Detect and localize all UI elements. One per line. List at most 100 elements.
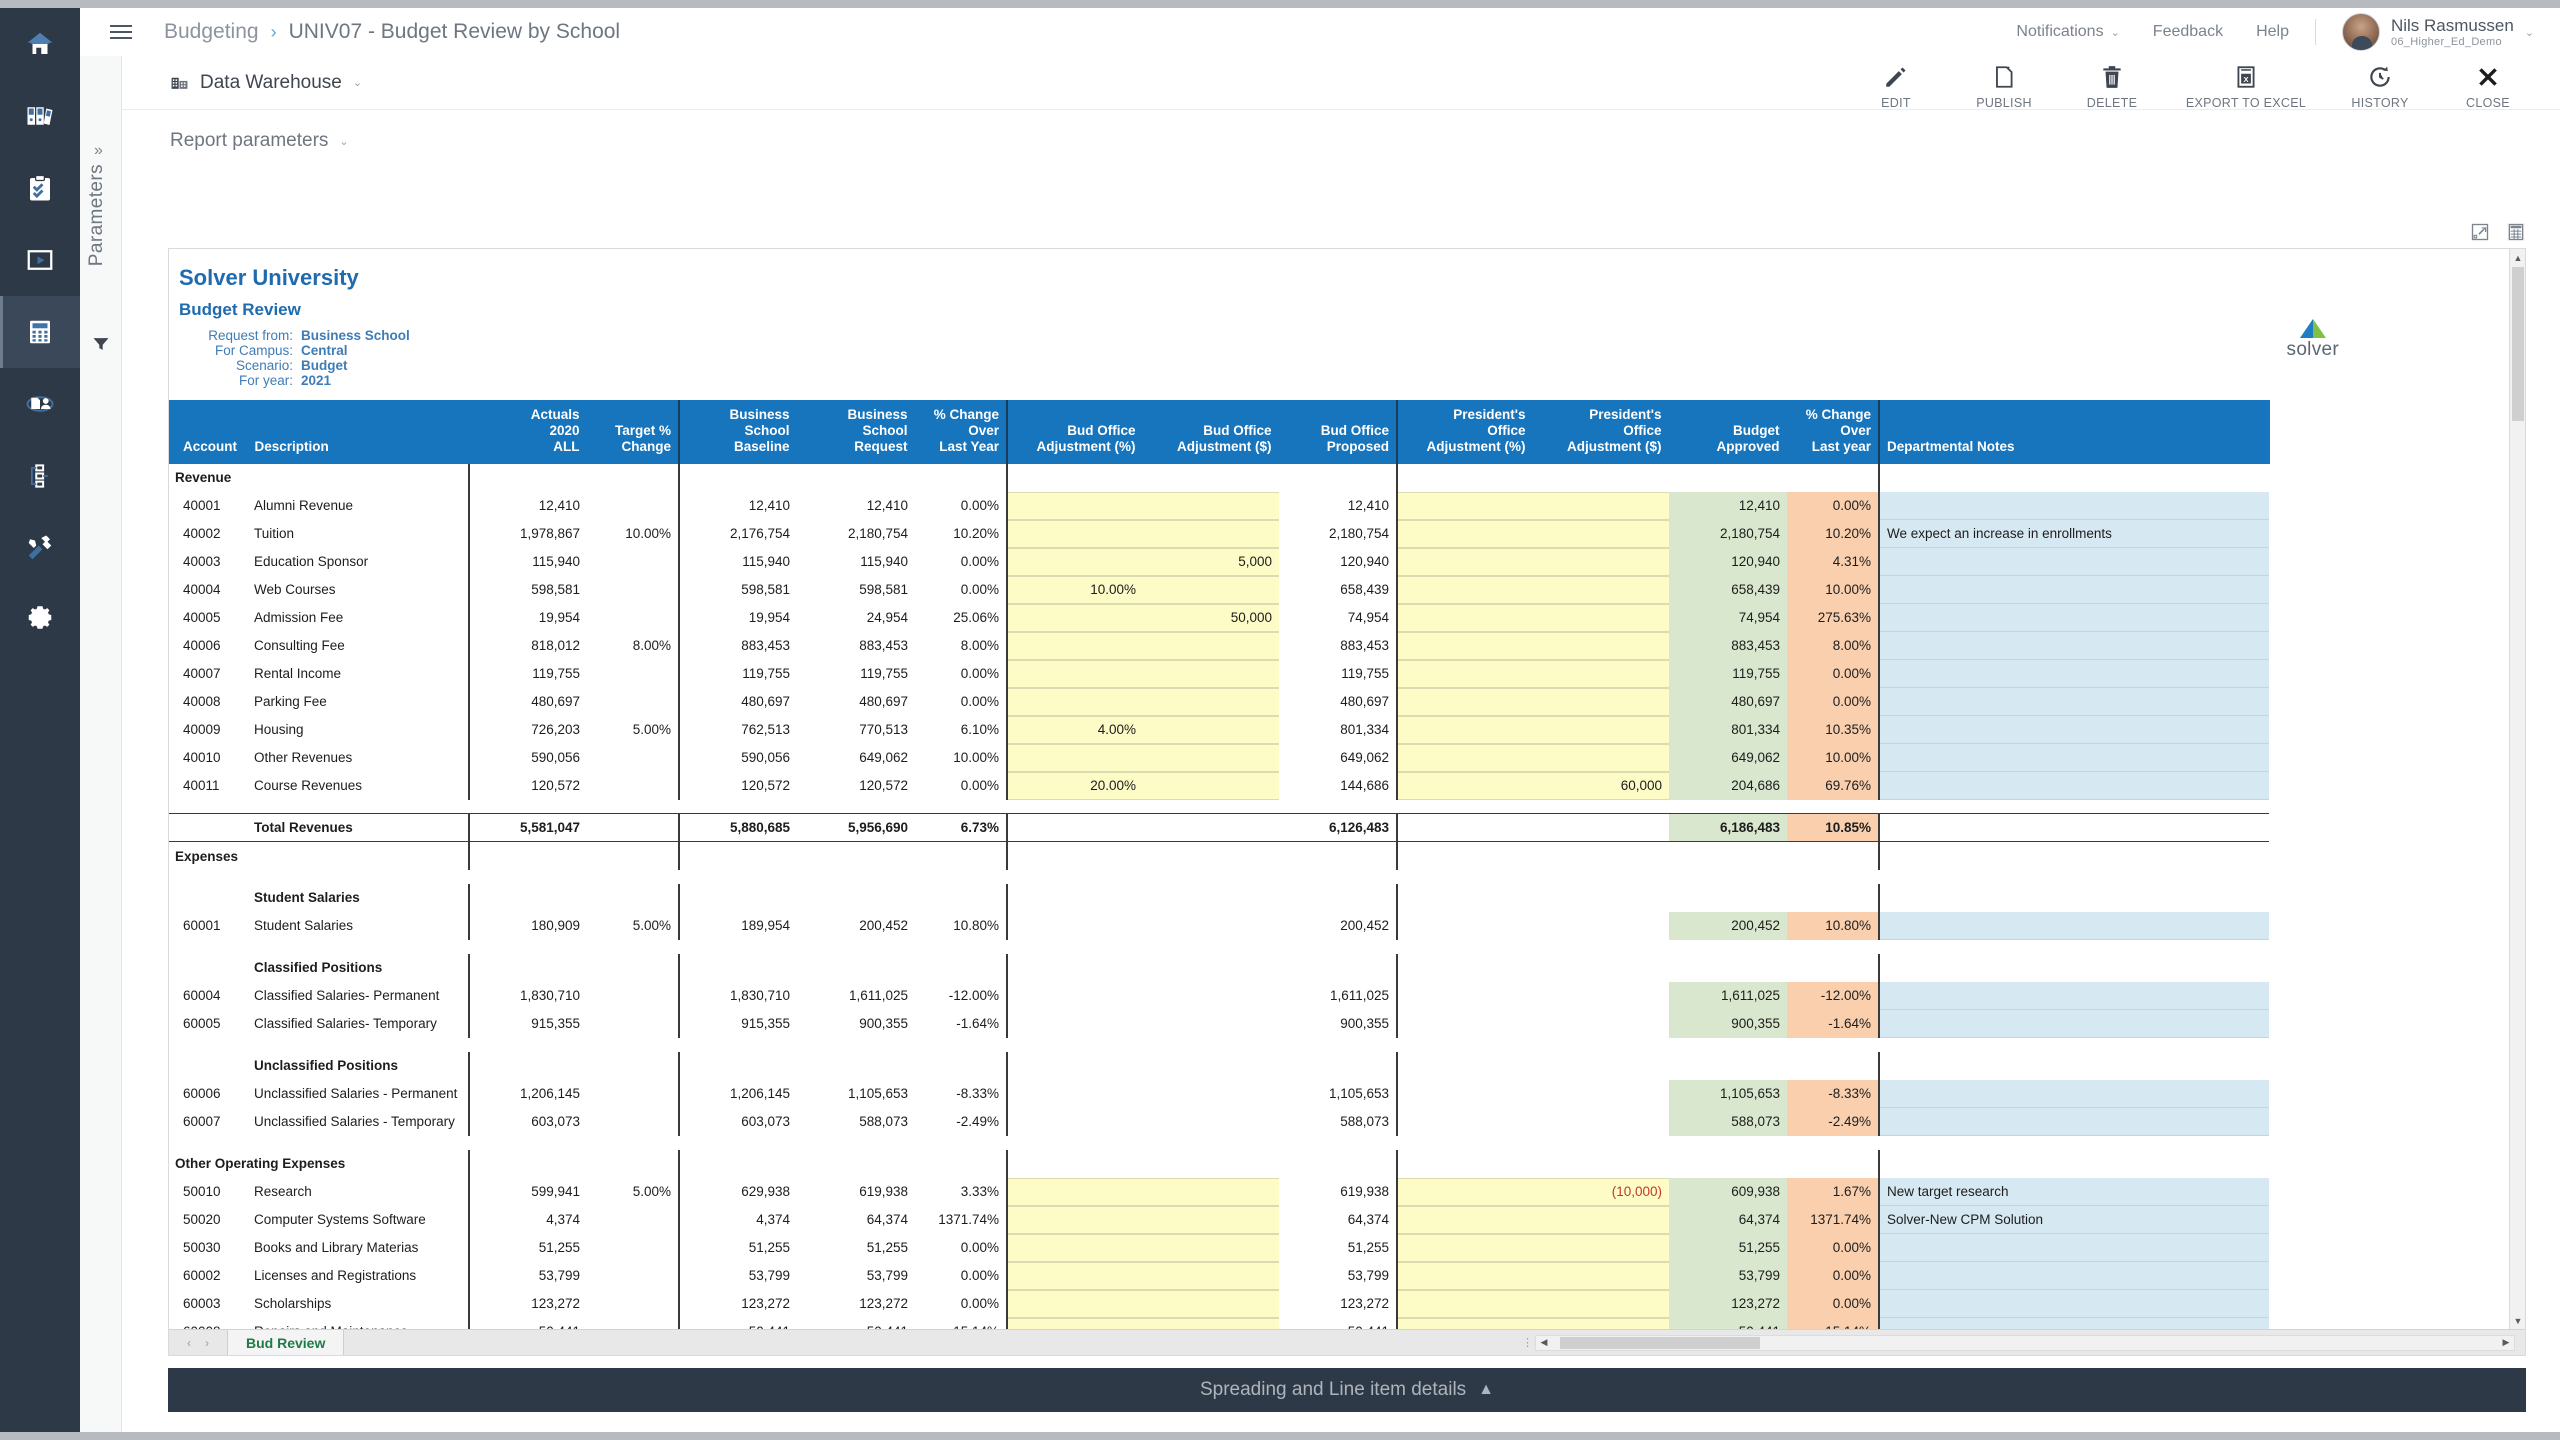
cell-bo_pct[interactable] [1007, 1206, 1143, 1234]
cell-bo_amt[interactable] [1143, 1010, 1279, 1038]
cell-bo_amt[interactable] [1143, 814, 1279, 842]
cell-po_amt[interactable] [1533, 604, 1669, 632]
feedback-button[interactable]: Feedback [2146, 23, 2223, 41]
cell-bo_pct[interactable] [1007, 982, 1143, 1010]
sidebar-item-workflow[interactable] [0, 440, 80, 512]
cell-po_amt[interactable] [1533, 632, 1669, 660]
cell-bo_amt[interactable] [1143, 688, 1279, 716]
column-header-1[interactable]: Description [247, 400, 469, 464]
cell-po_amt[interactable] [1533, 912, 1669, 940]
cell-bo_pct[interactable] [1007, 1178, 1143, 1206]
cell-notes[interactable] [1879, 660, 2269, 688]
cell-bo_amt[interactable] [1143, 982, 1279, 1010]
close-button[interactable]: CLOSE [2434, 56, 2542, 110]
cell-po_pct[interactable] [1397, 716, 1533, 744]
sidebar-item-presentations[interactable] [0, 224, 80, 296]
chevron-left-icon[interactable]: ‹ [187, 1336, 191, 1350]
cell-notes[interactable]: We expect an increase in enrollments [1879, 520, 2269, 548]
cell-notes[interactable] [1879, 1010, 2269, 1038]
cell-notes[interactable] [1879, 814, 2269, 842]
cell-bo_pct[interactable] [1007, 1108, 1143, 1136]
cell-bo_pct[interactable] [1007, 1234, 1143, 1262]
cell-po_amt[interactable] [1533, 1262, 1669, 1290]
cell-notes[interactable] [1879, 912, 2269, 940]
cell-po_pct[interactable] [1397, 1080, 1533, 1108]
column-header-7[interactable]: Bud OfficeAdjustment (%) [1007, 400, 1143, 464]
cell-notes[interactable] [1879, 492, 2269, 520]
cell-bo_pct[interactable]: 10.00% [1007, 576, 1143, 604]
cell-po_amt[interactable] [1533, 1318, 1669, 1329]
cell-po_pct[interactable] [1397, 632, 1533, 660]
cell-bo_amt[interactable] [1143, 1262, 1279, 1290]
cell-bo_amt[interactable] [1143, 1080, 1279, 1108]
cell-bo_amt[interactable] [1143, 576, 1279, 604]
funnel-icon[interactable] [91, 334, 111, 359]
cell-notes[interactable] [1879, 772, 2269, 800]
cell-po_pct[interactable] [1397, 912, 1533, 940]
cell-notes[interactable] [1879, 576, 2269, 604]
cell-notes[interactable] [1879, 744, 2269, 772]
column-header-8[interactable]: Bud OfficeAdjustment ($) [1143, 400, 1279, 464]
cell-bo_amt[interactable] [1143, 1234, 1279, 1262]
column-header-11[interactable]: President'sOfficeAdjustment ($) [1533, 400, 1669, 464]
cell-notes[interactable] [1879, 632, 2269, 660]
cell-bo_amt[interactable]: 5,000 [1143, 548, 1279, 576]
cell-bo_amt[interactable] [1143, 1318, 1279, 1329]
cell-bo_pct[interactable] [1007, 492, 1143, 520]
cell-bo_amt[interactable]: 50,000 [1143, 604, 1279, 632]
cell-bo_pct[interactable] [1007, 1010, 1143, 1038]
column-header-9[interactable]: Bud OfficeProposed [1279, 400, 1397, 464]
cell-bo_amt[interactable] [1143, 912, 1279, 940]
cell-po_pct[interactable] [1397, 772, 1533, 800]
cell-po_pct[interactable] [1397, 814, 1533, 842]
cell-bo_pct[interactable]: 20.00% [1007, 772, 1143, 800]
cell-notes[interactable] [1879, 1234, 2269, 1262]
grid-table-icon[interactable] [2506, 222, 2526, 247]
cell-po_pct[interactable] [1397, 1234, 1533, 1262]
cell-notes[interactable] [1879, 716, 2269, 744]
data-warehouse-selector[interactable]: Data Warehouse ⌄ [170, 72, 362, 94]
cell-po_pct[interactable] [1397, 1108, 1533, 1136]
cell-po_amt[interactable] [1533, 520, 1669, 548]
cell-po_amt[interactable] [1533, 688, 1669, 716]
cell-bo_amt[interactable] [1143, 1290, 1279, 1318]
cell-po_amt[interactable] [1533, 1206, 1669, 1234]
sidebar-item-settings[interactable] [0, 584, 80, 656]
cell-po_amt[interactable] [1533, 1290, 1669, 1318]
column-header-10[interactable]: President'sOfficeAdjustment (%) [1397, 400, 1533, 464]
cell-notes[interactable] [1879, 1290, 2269, 1318]
cell-po_amt[interactable] [1533, 660, 1669, 688]
cell-po_amt[interactable] [1533, 744, 1669, 772]
sidebar-item-users[interactable] [0, 368, 80, 440]
vertical-scrollbar-thumb[interactable] [2512, 267, 2524, 421]
cell-notes[interactable] [1879, 688, 2269, 716]
cell-po_amt[interactable] [1533, 492, 1669, 520]
chevron-up-icon[interactable]: ▲ [1478, 1381, 1494, 1399]
cell-po_pct[interactable] [1397, 1290, 1533, 1318]
export-to-excel-button[interactable]: X EXPORT TO EXCEL [2166, 56, 2326, 110]
cell-bo_amt[interactable] [1143, 660, 1279, 688]
cell-po_pct[interactable] [1397, 1318, 1533, 1329]
sidebar-item-home[interactable] [0, 8, 80, 80]
cell-bo_amt[interactable] [1143, 1108, 1279, 1136]
cell-notes[interactable] [1879, 982, 2269, 1010]
cell-bo_amt[interactable] [1143, 716, 1279, 744]
cell-bo_pct[interactable] [1007, 660, 1143, 688]
report-parameters-toggle[interactable]: Report parameters ⌄ [170, 130, 349, 152]
parameters-panel-label[interactable]: Parameters [86, 164, 108, 266]
vertical-scrollbar[interactable]: ▲ ▼ [2509, 249, 2525, 1329]
sidebar-item-budgeting[interactable] [0, 296, 80, 368]
cell-bo_pct[interactable] [1007, 1262, 1143, 1290]
cell-po_pct[interactable] [1397, 1010, 1533, 1038]
cell-po_amt[interactable] [1533, 982, 1669, 1010]
cell-bo_amt[interactable] [1143, 520, 1279, 548]
help-button[interactable]: ? Help [2249, 23, 2289, 41]
cell-po_pct[interactable] [1397, 520, 1533, 548]
cell-po_pct[interactable] [1397, 1262, 1533, 1290]
cell-po_amt[interactable] [1533, 1010, 1669, 1038]
cell-po_amt[interactable] [1533, 1080, 1669, 1108]
column-header-5[interactable]: BusinessSchoolRequest [797, 400, 915, 464]
cell-bo_pct[interactable] [1007, 1290, 1143, 1318]
chevron-double-right-icon[interactable]: » [94, 142, 103, 160]
history-button[interactable]: HISTORY [2326, 56, 2434, 110]
